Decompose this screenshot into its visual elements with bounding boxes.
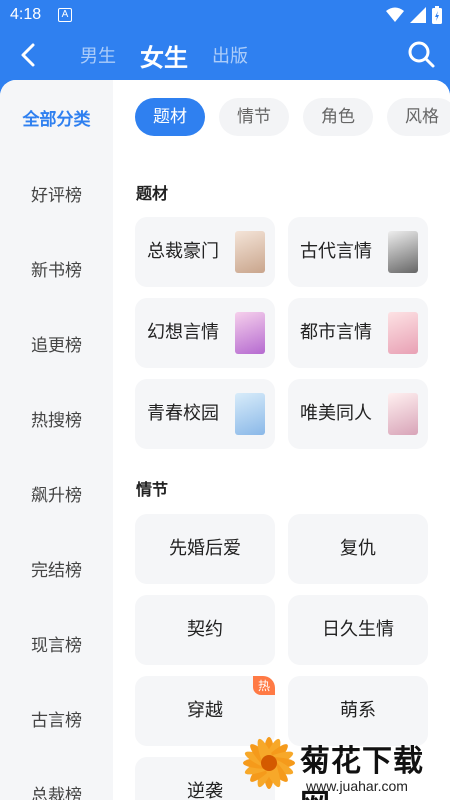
wifi-icon [386, 7, 404, 22]
status-time: 4:18 [10, 6, 42, 23]
sidebar-item-finished[interactable]: 完结榜 [0, 556, 113, 581]
category-label: 都市言情 [300, 322, 372, 343]
category-card[interactable]: 复仇 [288, 514, 428, 584]
category-label: 总裁豪门 [147, 241, 219, 262]
sidebar-item-ceo[interactable]: 总裁榜 [0, 781, 113, 800]
category-card[interactable]: 青春校园 [135, 379, 275, 449]
section-title-theme: 题材 [136, 184, 169, 203]
gender-tabs: 男生 女生 出版 [80, 38, 248, 72]
book-cover-image [388, 231, 418, 273]
system-icons [386, 6, 442, 24]
hot-badge: 热 [252, 676, 275, 695]
ranking-sidebar: 全部分类 好评榜 新书榜 追更榜 热搜榜 飙升榜 完结榜 现言榜 古言榜 总裁榜 [0, 80, 113, 800]
sidebar-item-hot-search[interactable]: 热搜榜 [0, 406, 113, 431]
category-card[interactable]: 契约 [135, 595, 275, 665]
category-card[interactable]: 先婚后爱 [135, 514, 275, 584]
site-watermark: 菊花下载网 www.juahar.com [238, 718, 450, 800]
status-bar: 4:18 A [0, 0, 450, 32]
category-card[interactable]: 幻想言情 [135, 298, 275, 368]
category-card[interactable]: 唯美同人 [288, 379, 428, 449]
sidebar-item-rising[interactable]: 飙升榜 [0, 481, 113, 506]
category-label: 青春校园 [147, 403, 219, 424]
back-arrow-icon[interactable] [14, 40, 44, 70]
sidebar-item-all[interactable]: 全部分类 [0, 105, 113, 130]
sidebar-item-ancient[interactable]: 古言榜 [0, 706, 113, 731]
chip-style[interactable]: 风格 [387, 98, 450, 136]
category-label: 先婚后爱 [169, 538, 241, 559]
book-cover-image [235, 231, 265, 273]
watermark-url: www.juahar.com [306, 778, 408, 794]
tab-female[interactable]: 女生 [140, 38, 188, 73]
category-card[interactable]: 都市言情 [288, 298, 428, 368]
chip-role[interactable]: 角色 [303, 98, 373, 136]
filter-chips: 题材 情节 角色 风格 [135, 98, 450, 136]
chrysanthemum-logo-icon [243, 737, 295, 789]
search-icon[interactable] [406, 39, 436, 69]
category-content: 题材 情节 角色 风格 题材 总裁豪门 古代言情 幻想言情 都市言情 青春校园 … [113, 80, 450, 800]
tab-publish[interactable]: 出版 [212, 42, 248, 68]
tab-male[interactable]: 男生 [80, 42, 116, 68]
chip-plot[interactable]: 情节 [219, 98, 289, 136]
sidebar-item-follow[interactable]: 追更榜 [0, 331, 113, 356]
book-cover-image [388, 393, 418, 435]
category-label: 古代言情 [300, 241, 372, 262]
category-card[interactable]: 总裁豪门 [135, 217, 275, 287]
category-card[interactable]: 古代言情 [288, 217, 428, 287]
category-card[interactable]: 日久生情 [288, 595, 428, 665]
book-cover-image [388, 312, 418, 354]
book-cover-image [235, 393, 265, 435]
sidebar-item-praise[interactable]: 好评榜 [0, 181, 113, 206]
category-label: 契约 [187, 619, 223, 640]
main-sheet: 全部分类 好评榜 新书榜 追更榜 热搜榜 飙升榜 完结榜 现言榜 古言榜 总裁榜… [0, 80, 450, 800]
category-label: 复仇 [340, 538, 376, 559]
sidebar-item-modern[interactable]: 现言榜 [0, 631, 113, 656]
category-label: 唯美同人 [300, 403, 372, 424]
book-cover-image [235, 312, 265, 354]
signal-icon [410, 7, 426, 23]
chip-theme[interactable]: 题材 [135, 98, 205, 136]
category-label: 幻想言情 [147, 322, 219, 343]
category-label: 日久生情 [322, 619, 394, 640]
section-title-plot: 情节 [136, 480, 169, 499]
notification-icon: A [58, 8, 72, 22]
sidebar-item-new[interactable]: 新书榜 [0, 256, 113, 281]
top-bar: 男生 女生 出版 [0, 32, 450, 80]
battery-icon [432, 6, 442, 24]
